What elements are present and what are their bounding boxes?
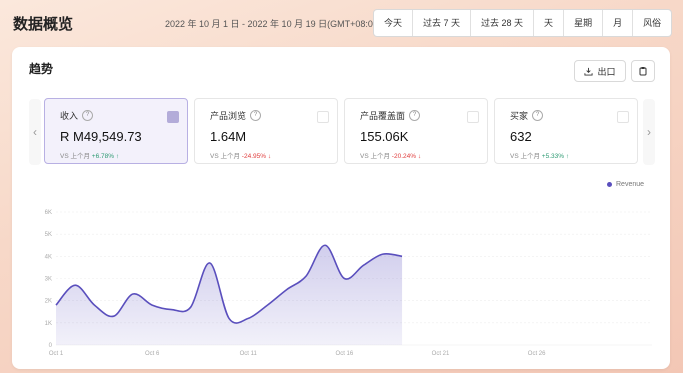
y-tick-label: 4K xyxy=(45,254,52,260)
y-tick-label: 5K xyxy=(45,232,52,238)
range-day-button[interactable]: 天 xyxy=(534,10,565,36)
x-tick-label: Oct 16 xyxy=(336,351,354,357)
y-tick-label: 0 xyxy=(49,343,53,349)
x-tick-label: Oct 11 xyxy=(240,351,258,357)
range-28-days-button[interactable]: 过去 28 天 xyxy=(471,10,535,36)
range-custom-button[interactable]: 风俗 xyxy=(633,10,671,36)
y-tick-label: 3K xyxy=(45,277,52,283)
y-tick-label: 6K xyxy=(45,210,52,216)
x-tick-label: Oct 6 xyxy=(145,351,160,357)
range-tabs: 今天 过去 7 天 过去 28 天 天 星期 月 风俗 xyxy=(373,9,673,37)
y-tick-label: 1K xyxy=(45,321,52,327)
revenue-trend-chart: 0 1K 2K 3K 4K 5K 6K Oct 1 Oct 6 Oct 11 Oct 16 Oct 2… xyxy=(45,210,652,357)
top-bar: 数据概览 2022 年 10 月 1 日 - 2022 年 10 月 19 日(… xyxy=(0,0,683,46)
trend-panel: 趋势 出口 ‹ 收入? R M49,549.73 VS 上个月 +6.78% ↑… xyxy=(12,47,670,369)
range-week-button[interactable]: 星期 xyxy=(564,10,604,36)
page-title: 数据概览 xyxy=(13,16,74,33)
x-tick-label: Oct 1 xyxy=(49,351,64,357)
date-range-picker[interactable]: 2022 年 10 月 1 日 - 2022 年 10 月 19 日(GMT+0… xyxy=(165,17,381,30)
range-7-days-button[interactable]: 过去 7 天 xyxy=(413,10,472,36)
range-month-button[interactable]: 月 xyxy=(603,10,634,36)
revenue-area xyxy=(56,245,403,345)
x-tick-label: Oct 26 xyxy=(528,351,546,357)
range-today-button[interactable]: 今天 xyxy=(374,10,414,36)
x-tick-label: Oct 21 xyxy=(432,351,450,357)
y-tick-label: 2K xyxy=(45,299,52,305)
